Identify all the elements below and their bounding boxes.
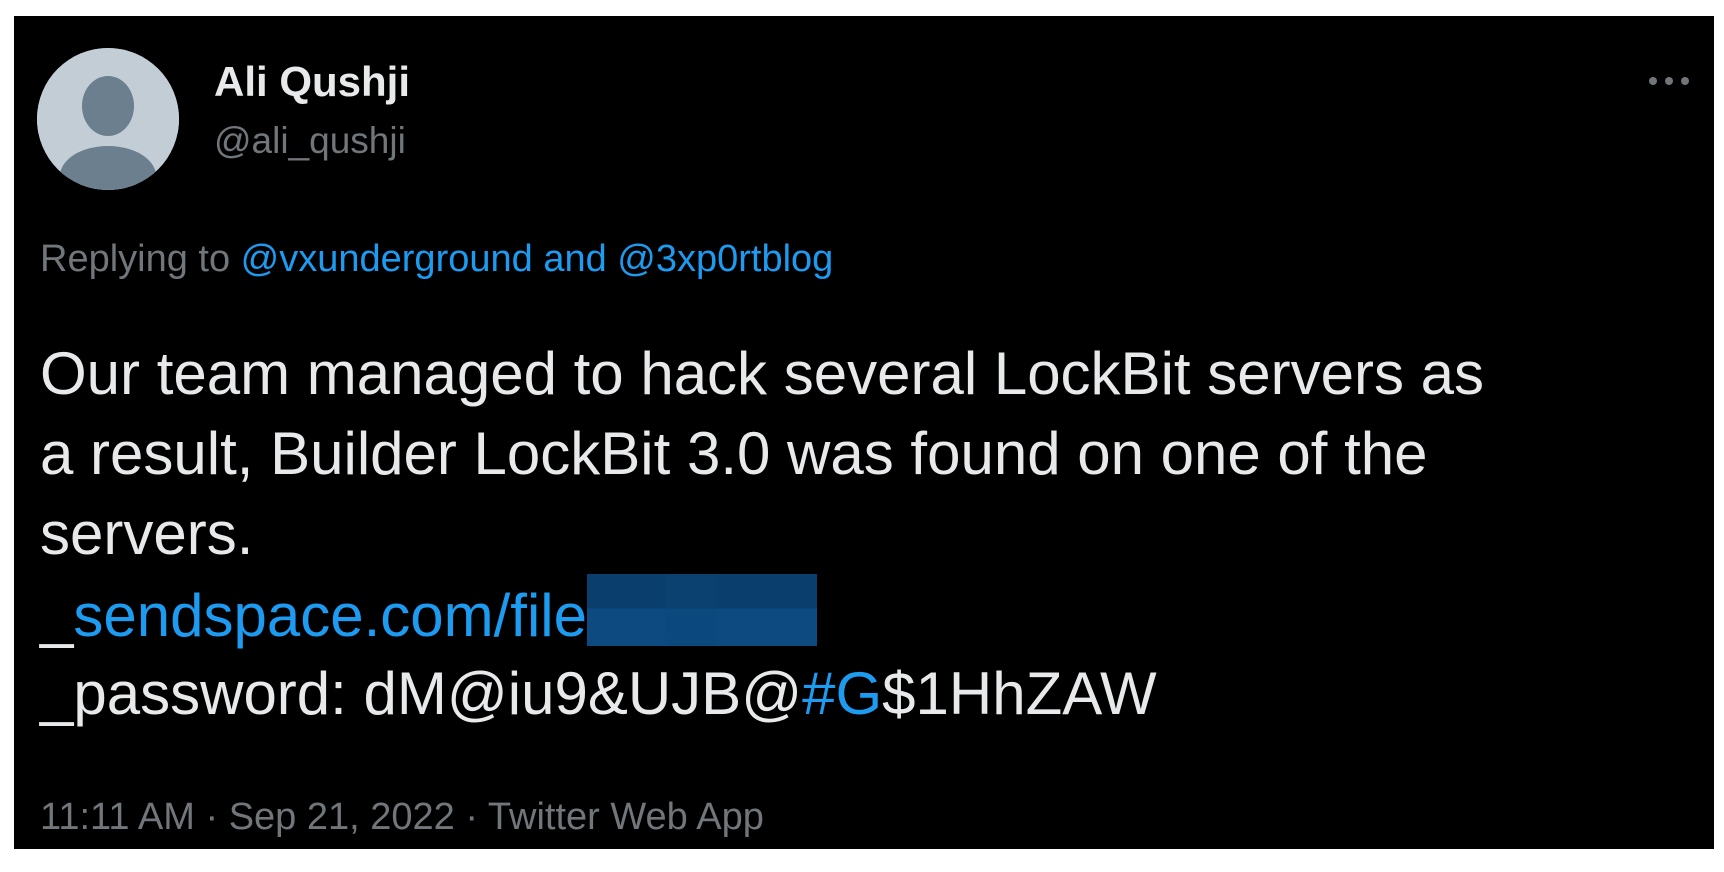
tweet-text: Our team managed to hack several LockBit… [40,334,1680,734]
hashtag-link[interactable]: #G [802,660,882,727]
redacted-block [586,574,817,646]
sendspace-link[interactable]: sendspace.com/file [73,582,587,649]
tweet-card: Ali Qushji @ali_qushji Replying to @vxun… [14,16,1714,849]
author-handle[interactable]: @ali_qushji [214,120,406,162]
sendspace-line: _sendspace.com/file [40,574,1680,654]
meta-separator: · [194,796,229,838]
tweet-text-line: a result, Builder LockBit 3.0 was found … [40,420,1428,487]
tweet-metadata: 11:11 AM · Sep 21, 2022 · Twitter Web Ap… [40,796,764,839]
author-name[interactable]: Ali Qushji [214,58,410,106]
password-suffix: $1HhZAW [882,660,1157,727]
tweet-text-line: servers. [40,500,254,567]
password-line: _password: dM@iu9&UJB@#G$1HhZAW [40,654,1680,734]
replying-to-label: Replying to [40,238,241,280]
more-horizontal-icon[interactable] [1644,66,1694,96]
tweet-source: Twitter Web App [487,796,764,838]
tweet-date[interactable]: Sep 21, 2022 [229,796,455,838]
replying-to: Replying to @vxunderground and @3xp0rtbl… [40,238,833,281]
password-text: _password: dM@iu9&UJB@ [40,660,803,727]
meta-separator: · [454,796,488,838]
tweet-text-line: Our team managed to hack several LockBit… [40,340,1484,407]
tweet-time[interactable]: 11:11 AM [40,796,195,838]
default-profile-icon [37,48,179,190]
avatar[interactable] [37,48,179,190]
link-prefix: _ [40,582,74,649]
reply-mentions-link[interactable]: @vxunderground and @3xp0rtblog [241,238,834,280]
